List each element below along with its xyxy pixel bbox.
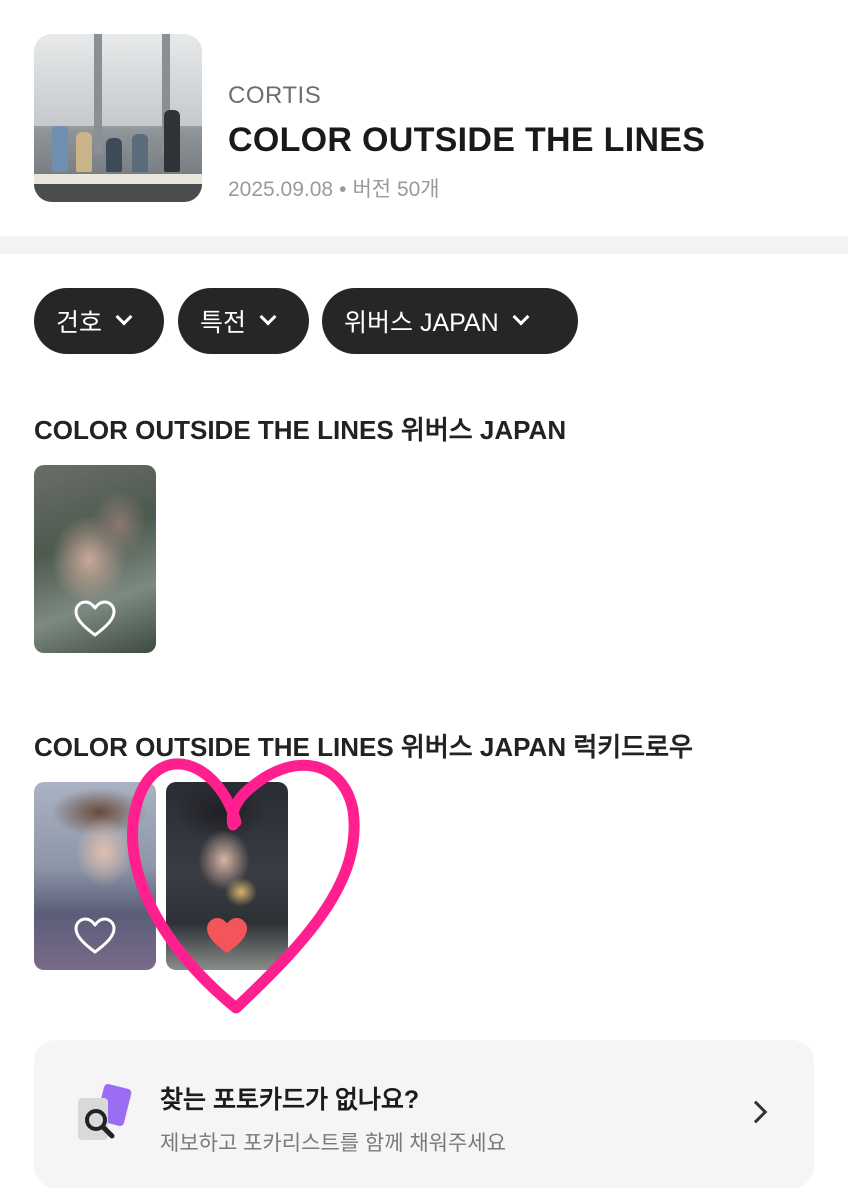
meta-separator: • [339,178,347,201]
album-header: CORTIS COLOR OUTSIDE THE LINES 2025.09.0… [0,0,848,236]
section-title: COLOR OUTSIDE THE LINES 위버스 JAPAN 럭키드로우 [34,732,693,762]
request-photocard-banner[interactable]: 찾는 포토카드가 없나요? 제보하고 포카리스트를 함께 채워주세요 [34,1040,814,1188]
request-banner-title: 찾는 포토카드가 없나요? [160,1086,420,1114]
photocard-item-liked[interactable] [166,782,288,970]
photocard-item[interactable] [34,465,156,653]
artist-name[interactable]: CORTIS [228,82,321,110]
filter-store-label: 위버스 JAPAN [344,309,499,337]
chevron-down-icon [115,308,133,326]
chevron-down-icon [259,308,277,326]
filter-member-label: 건호 [56,309,103,337]
filter-store-dropdown[interactable]: 위버스 JAPAN [322,288,578,354]
section-title: COLOR OUTSIDE THE LINES 위버스 JAPAN [34,415,567,445]
album-cover-image [34,34,202,202]
heart-outline-icon[interactable] [73,916,117,956]
album-meta: 2025.09.08 • 버전 50개 [228,173,440,203]
album-title: COLOR OUTSIDE THE LINES [228,121,706,159]
filter-benefit-label: 특전 [200,309,247,337]
section-divider [0,236,848,254]
chevron-right-icon[interactable] [744,1100,768,1124]
version-count: 버전 50개 [352,178,440,201]
chevron-down-icon [512,308,530,326]
request-banner-subtitle: 제보하고 포카리스트를 함께 채워주세요 [160,1132,506,1155]
search-card-icon [78,1084,132,1140]
heart-filled-icon[interactable] [205,916,249,956]
heart-outline-icon[interactable] [73,599,117,639]
filter-benefit-dropdown[interactable]: 특전 [178,288,309,354]
photocard-item[interactable] [34,782,156,970]
release-date: 2025.09.08 [228,178,334,201]
filter-member-dropdown[interactable]: 건호 [34,288,164,354]
